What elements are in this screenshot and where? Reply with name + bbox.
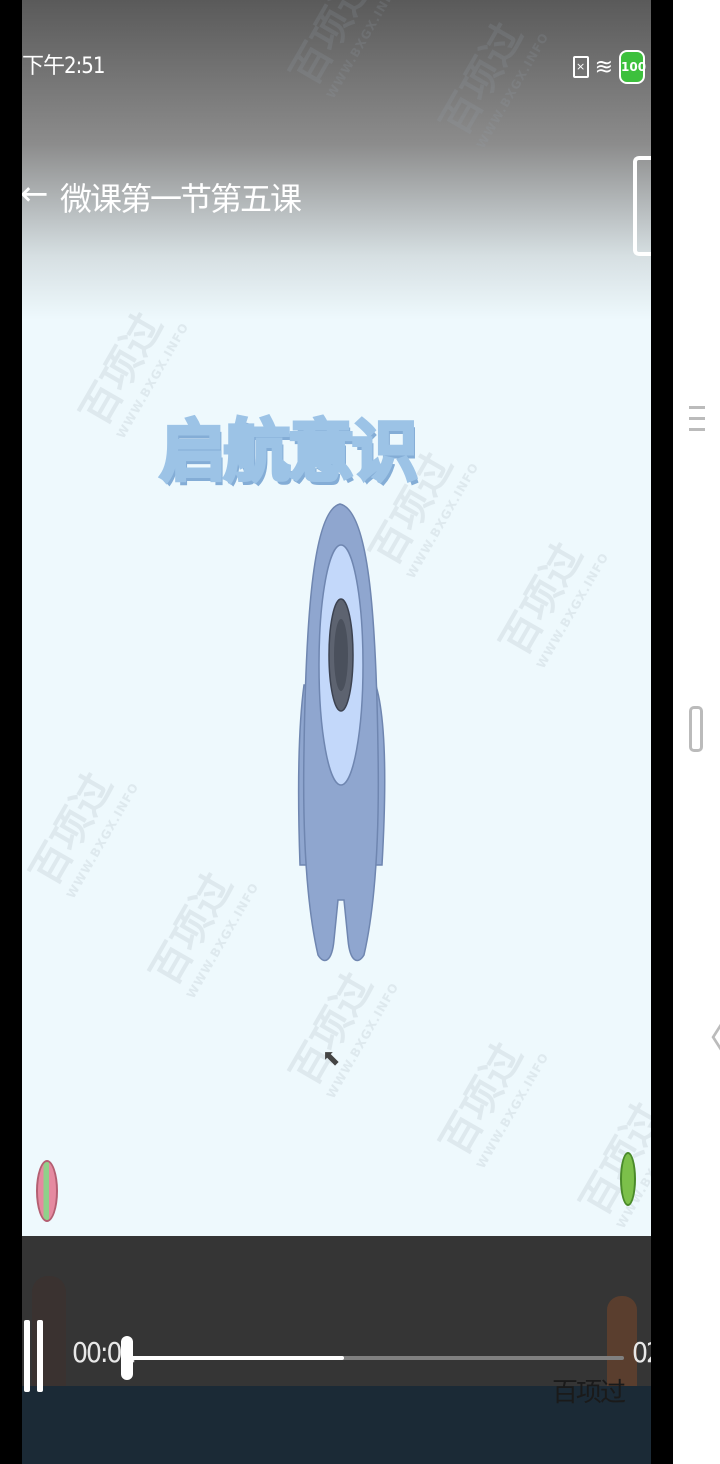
video-surface[interactable]: 百项过 WWW.BXGX.INFO 百项过 WWW.BXGX.INFO 百项过 WWW… bbox=[22, 0, 651, 1236]
brand-watermark: 百项过 bbox=[552, 1378, 626, 1408]
fullscreen-toggle-button[interactable] bbox=[633, 156, 651, 256]
slide-heading: 启航意识 bbox=[158, 411, 420, 492]
balloon-icon bbox=[36, 1160, 58, 1222]
back-nav-icon[interactable]: 〈 bbox=[688, 1006, 720, 1064]
watermark: 百项过WWW.BXGX.INFO bbox=[282, 965, 402, 1101]
watermark: 百项过WWW.BXGX.INFO bbox=[572, 1095, 651, 1231]
duration: 02:46 bbox=[632, 1336, 651, 1369]
balloon-icon bbox=[620, 1152, 636, 1206]
battery-icon: 100 bbox=[619, 50, 646, 84]
screen-edge-right bbox=[651, 0, 673, 1464]
mouse-cursor-icon: ⬉ bbox=[322, 1046, 341, 1071]
sim-card-icon: × bbox=[572, 56, 589, 78]
arrow-left-icon[interactable]: ← bbox=[22, 174, 49, 214]
screen-edge-left bbox=[0, 0, 22, 1464]
seek-bar[interactable] bbox=[120, 1336, 624, 1380]
watermark: 百项过WWW.BXGX.INFO bbox=[142, 865, 262, 1001]
rocket-illustration bbox=[297, 503, 386, 962]
player-controls: 00:01 02:46 百项过 bbox=[22, 1236, 651, 1464]
wifi-icon: ≋ bbox=[594, 54, 613, 80]
watermark: 百项过WWW.BXGX.INFO bbox=[22, 765, 142, 901]
seek-buffered bbox=[124, 1356, 344, 1360]
app-frame: 百项过 WWW.BXGX.INFO 百项过 WWW.BXGX.INFO 百项过 WWW… bbox=[0, 0, 720, 1464]
status-icons: × ≋ 100 bbox=[572, 50, 646, 84]
watermark: 百项过WWW.BXGX.INFO bbox=[432, 1035, 552, 1171]
pause-button[interactable] bbox=[24, 1320, 44, 1392]
status-time: 下午2:51 bbox=[22, 54, 105, 79]
page-title: 微课第一节第五课 bbox=[60, 180, 302, 218]
home-icon[interactable] bbox=[689, 706, 703, 752]
seek-thumb[interactable] bbox=[120, 1336, 133, 1380]
watermark: 百项过WWW.BXGX.INFO bbox=[492, 535, 612, 671]
menu-icon[interactable] bbox=[689, 406, 705, 446]
